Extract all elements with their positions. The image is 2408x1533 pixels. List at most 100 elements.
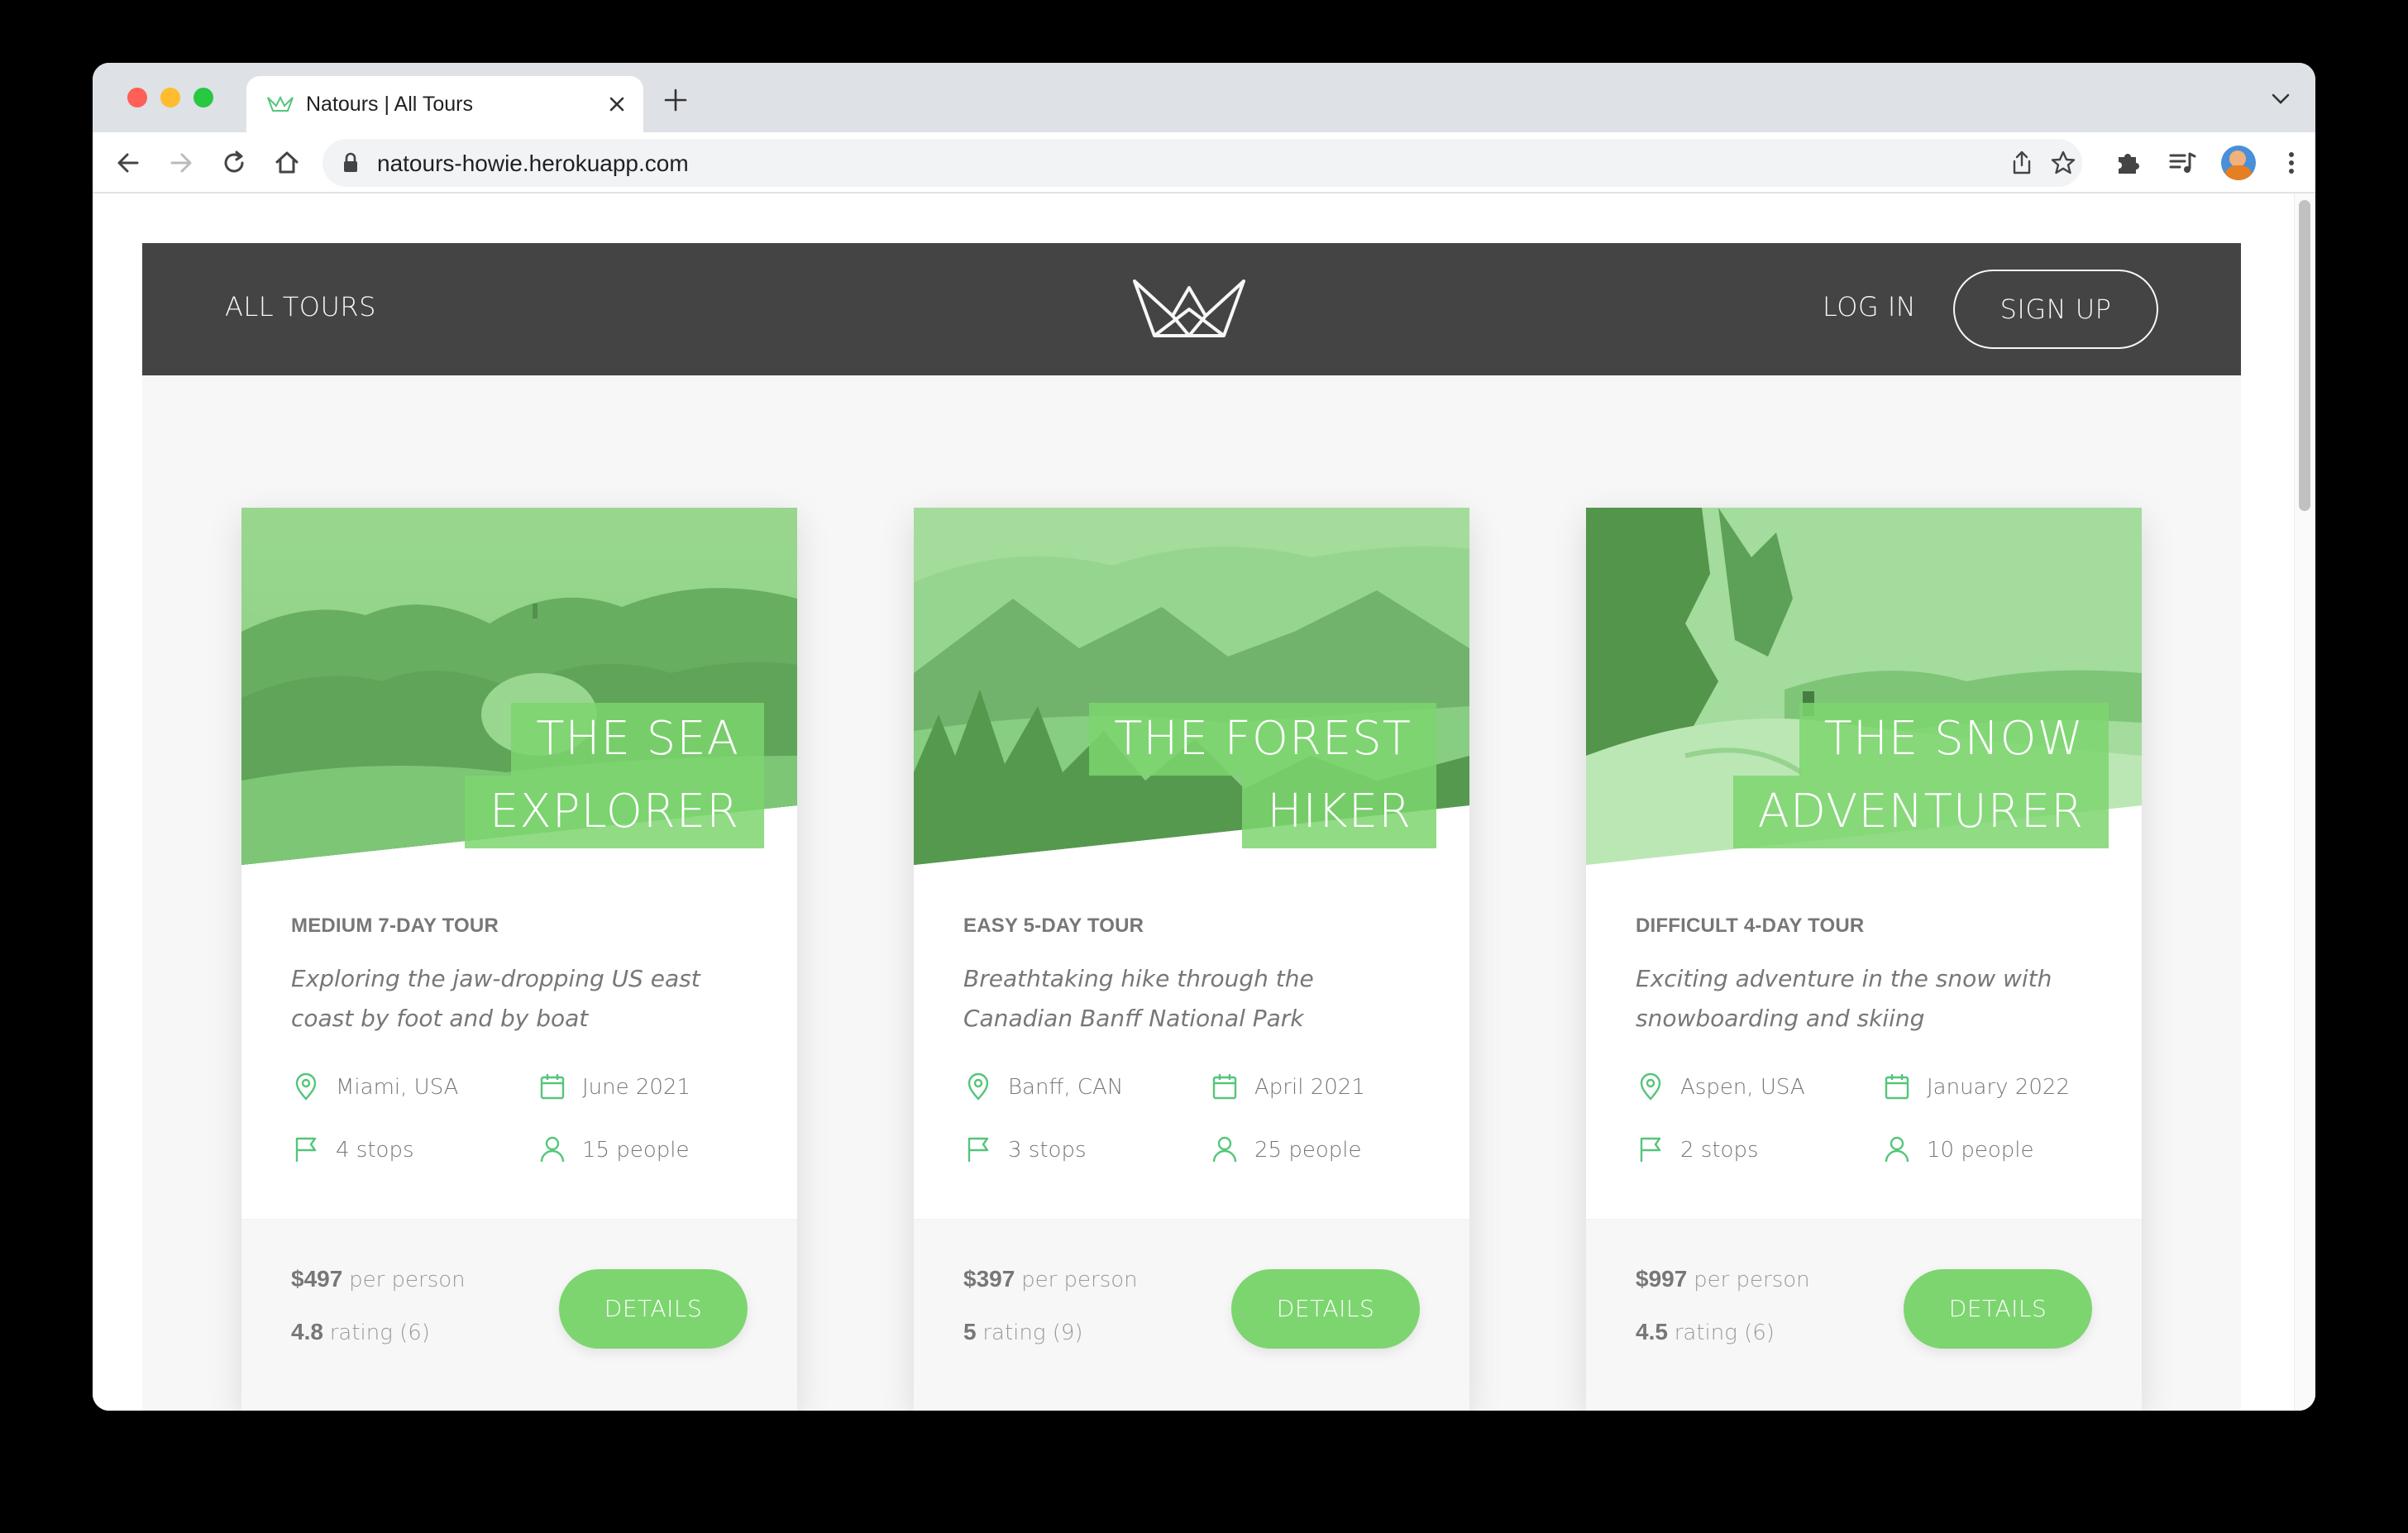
tour-title-line-2: HIKER — [1242, 776, 1436, 848]
tab-title: Natours | All Tours — [306, 93, 473, 116]
tour-details: MEDIUM 7-DAY TOUR Exploring the jaw-drop… — [291, 915, 754, 1039]
lock-icon[interactable] — [342, 152, 359, 174]
tour-date-text: January 2022 — [1927, 1075, 2070, 1100]
minimize-window-button[interactable] — [160, 88, 180, 107]
flag-icon — [967, 1137, 989, 1162]
user-icon — [1885, 1136, 1909, 1163]
tour-people: 10 people — [1882, 1134, 2097, 1168]
tour-people-text: 10 people — [1927, 1138, 2034, 1163]
tour-location: Miami, USA — [291, 1072, 506, 1105]
browser-toolbar: natours-howie.herokuapp.com — [93, 132, 2315, 193]
signup-button[interactable]: SIGN UP — [1953, 270, 2158, 349]
tour-summary: Breathtaking hike through the Canadian B… — [963, 965, 1314, 1032]
tour-people: 15 people — [538, 1134, 752, 1168]
tour-people-text: 15 people — [582, 1138, 690, 1163]
tour-title-line-1: THE SNOW — [1799, 703, 2109, 776]
site-header: ALL TOURS LOG IN SIGN UP — [142, 243, 2241, 375]
tour-price: $397 per person — [963, 1266, 1138, 1292]
tour-price: $997 per person — [1636, 1266, 1810, 1292]
share-icon[interactable] — [2008, 149, 2036, 177]
tour-location-text: Aspen, USA — [1680, 1075, 1805, 1100]
natours-logo-icon[interactable] — [1131, 276, 1247, 339]
tour-stops-text: 3 stops — [1008, 1138, 1087, 1163]
tour-facts: Miami, USA June 2021 4 stops 15 people — [291, 1072, 754, 1187]
tour-price-unit: per person — [1021, 1268, 1138, 1292]
tour-card: THE FOREST HIKER EASY 5-DAY TOUR Breatht… — [914, 508, 1469, 1411]
tour-facts: Banff, CAN April 2021 3 stops 25 people — [963, 1072, 1426, 1187]
tour-title-line-1: THE SEA — [511, 703, 764, 776]
tour-stops: 4 stops — [291, 1134, 506, 1168]
nav-all-tours-link[interactable]: ALL TOURS — [225, 291, 376, 322]
tour-card-footer: $997 per person 4.5 rating (6) DETAILS — [1586, 1219, 2142, 1411]
tour-card: THE SNOW ADVENTURER DIFFICULT 4-DAY TOUR… — [1586, 508, 2142, 1411]
tour-title: THE SNOW ADVENTURER — [1732, 703, 2109, 848]
tour-stops-text: 4 stops — [336, 1138, 414, 1163]
media-control-icon[interactable] — [2167, 147, 2198, 179]
tour-title: THE SEA EXPLORER — [465, 703, 764, 848]
maximize-window-button[interactable] — [194, 88, 213, 107]
browser-window: Natours | All Tours natours-howie.heroku… — [93, 63, 2315, 1411]
map-pin-icon — [967, 1072, 989, 1101]
tour-date: April 2021 — [1210, 1072, 1425, 1105]
forward-arrow-icon[interactable] — [165, 147, 197, 179]
more-menu-icon[interactable] — [2276, 147, 2307, 179]
address-bar[interactable]: natours-howie.herokuapp.com — [322, 139, 2082, 187]
tour-rating-value: 5 — [963, 1319, 977, 1344]
back-arrow-icon[interactable] — [112, 147, 144, 179]
tour-summary: Exciting adventure in the snow with snow… — [1636, 965, 2052, 1032]
natours-favicon-icon — [267, 95, 294, 112]
tour-price-unit: per person — [1694, 1268, 1810, 1292]
tour-rating: 5 rating (9) — [963, 1319, 1083, 1345]
tour-details: DIFFICULT 4-DAY TOUR Exciting adventure … — [1636, 915, 2099, 1039]
tour-date: June 2021 — [538, 1072, 752, 1105]
tour-location: Aspen, USA — [1636, 1072, 1851, 1105]
tour-rating-value: 4.5 — [1636, 1319, 1668, 1344]
tab-search-chevron-icon[interactable] — [2271, 93, 2291, 106]
tour-title: THE FOREST HIKER — [1089, 703, 1436, 848]
tour-rating-value: 4.8 — [291, 1319, 323, 1344]
user-icon — [1212, 1136, 1237, 1163]
tour-location-text: Miami, USA — [336, 1075, 459, 1100]
tour-stops: 2 stops — [1636, 1134, 1851, 1168]
browser-tab[interactable]: Natours | All Tours — [246, 76, 643, 132]
details-button[interactable]: DETAILS — [1904, 1269, 2092, 1349]
details-button[interactable]: DETAILS — [559, 1269, 748, 1349]
nav-login-link[interactable]: LOG IN — [1823, 291, 1916, 322]
tour-location-text: Banff, CAN — [1008, 1075, 1124, 1100]
close-window-button[interactable] — [127, 88, 147, 107]
close-tab-icon[interactable] — [604, 91, 630, 117]
page-viewport: ALL TOURS LOG IN SIGN UP THE SEA EXPLORE… — [93, 193, 2315, 1411]
tour-card-footer: $497 per person 4.8 rating (6) DETAILS — [241, 1219, 797, 1411]
bookmark-star-icon[interactable] — [2049, 149, 2077, 177]
tour-card-footer: $397 per person 5 rating (9) DETAILS — [914, 1219, 1469, 1411]
tour-price-unit: per person — [349, 1268, 466, 1292]
details-button[interactable]: DETAILS — [1231, 1269, 1420, 1349]
tour-details: EASY 5-DAY TOUR Breathtaking hike throug… — [963, 915, 1426, 1039]
tour-people: 25 people — [1210, 1134, 1425, 1168]
map-pin-icon — [295, 1072, 317, 1101]
tour-title-line-1: THE FOREST — [1089, 703, 1436, 776]
tour-price-value: $997 — [1636, 1266, 1688, 1292]
tour-subheading: DIFFICULT 4-DAY TOUR — [1636, 915, 1865, 937]
scrollbar[interactable] — [2294, 193, 2315, 1411]
tour-rating-label: rating (6) — [1674, 1320, 1775, 1345]
tour-date: January 2022 — [1882, 1072, 2097, 1105]
tour-card: THE SEA EXPLORER MEDIUM 7-DAY TOUR Explo… — [241, 508, 797, 1411]
tour-rating-label: rating (9) — [982, 1320, 1083, 1345]
home-icon[interactable] — [271, 147, 303, 179]
new-tab-icon[interactable] — [663, 88, 688, 112]
reload-icon[interactable] — [218, 147, 250, 179]
tour-title-line-2: EXPLORER — [465, 776, 764, 848]
url-text[interactable]: natours-howie.herokuapp.com — [377, 150, 689, 177]
tour-rating-label: rating (6) — [329, 1320, 430, 1345]
calendar-icon — [540, 1074, 565, 1100]
extensions-puzzle-icon[interactable] — [2112, 147, 2143, 179]
tour-price: $497 per person — [291, 1266, 466, 1292]
profile-avatar[interactable] — [2221, 146, 2256, 180]
user-icon — [540, 1136, 565, 1163]
tour-facts: Aspen, USA January 2022 2 stops 10 peopl… — [1636, 1072, 2099, 1187]
calendar-icon — [1212, 1074, 1237, 1100]
tour-summary: Exploring the jaw-dropping US east coast… — [291, 965, 700, 1032]
scrollbar-thumb[interactable] — [2299, 200, 2310, 511]
tour-date-text: June 2021 — [582, 1075, 691, 1100]
